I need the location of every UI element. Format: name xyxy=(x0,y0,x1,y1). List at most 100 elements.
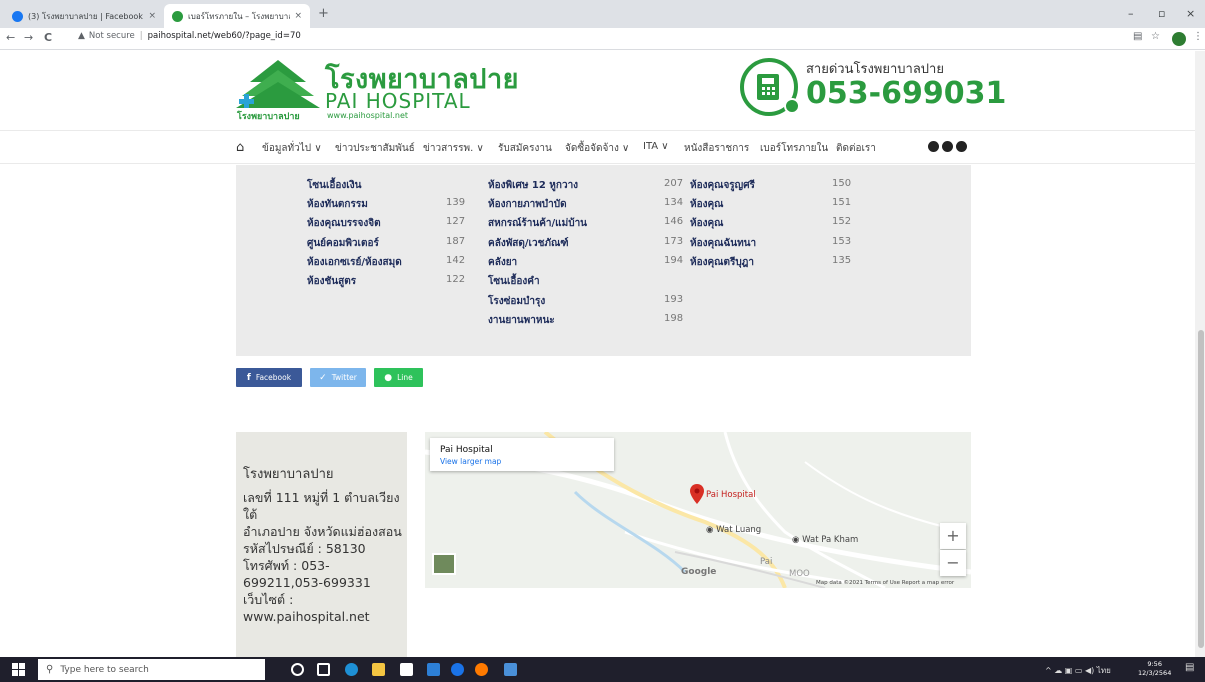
app-icon[interactable] xyxy=(504,663,517,676)
directory-entry: ห้องเอกซเรย์/ห้องสมุด xyxy=(307,257,402,268)
tab-pai-hospital[interactable]: เบอร์โทรภายใน – โรงพยาบาลปาย × xyxy=(164,4,310,28)
file-explorer-icon[interactable] xyxy=(372,663,385,676)
profile-avatar[interactable] xyxy=(1172,32,1186,46)
address-title: โรงพยาบาลปาย xyxy=(243,467,334,482)
zoom-out-button[interactable]: − xyxy=(940,550,966,576)
directory-ext: 173 xyxy=(664,236,684,247)
url-field[interactable]: ▲ Not secure | paihospital.net/web60/?pa… xyxy=(78,31,301,41)
directory-ext: 193 xyxy=(664,294,684,305)
line-social-icon[interactable] xyxy=(956,141,967,152)
satellite-toggle[interactable] xyxy=(432,553,456,575)
system-tray[interactable]: ^ ☁ ▣ ▭ ◀) ไทย xyxy=(1045,664,1111,677)
directory-entry: โรงซ่อมบำรุง xyxy=(488,296,546,307)
directory-ext: 151 xyxy=(832,197,852,208)
nav-general-info[interactable]: ข้อมูลทั่วไป ∨ xyxy=(262,141,322,156)
nav-press-release[interactable]: ข่าวประชาสัมพันธ์ xyxy=(335,141,415,156)
map-card-title: Pai Hospital xyxy=(440,445,493,455)
home-icon[interactable]: ⌂ xyxy=(236,140,244,155)
view-larger-map-link[interactable]: View larger map xyxy=(440,457,501,466)
scrollbar-thumb[interactable] xyxy=(1198,330,1204,648)
map-footer: Map data ©2021 Terms of Use Report a map… xyxy=(816,580,955,586)
store-icon[interactable] xyxy=(400,663,413,676)
warning-icon: ▲ xyxy=(78,31,85,41)
nav-jobs[interactable]: รับสมัครงาน xyxy=(498,141,552,156)
nav-contact[interactable]: ติดต่อเรา xyxy=(836,141,876,156)
address-bar: ← → C ▲ Not secure | paihospital.net/web… xyxy=(0,28,1205,50)
tab-facebook[interactable]: (3) โรงพยาบาลปาย | Facebook × xyxy=(4,4,164,28)
url-text: paihospital.net/web60/?page_id=70 xyxy=(147,31,301,41)
facebook-favicon-icon xyxy=(12,10,23,22)
map-area-label: MOO xyxy=(789,569,810,579)
task-view-icon[interactable] xyxy=(317,663,330,676)
tab-close-icon[interactable]: × xyxy=(294,11,302,21)
taskbar-search-input[interactable]: ⚲ Type here to search xyxy=(38,659,265,680)
tab-title: (3) โรงพยาบาลปาย | Facebook xyxy=(28,11,143,21)
directory-ext: 146 xyxy=(664,216,684,227)
tab-close-icon[interactable]: × xyxy=(148,11,156,21)
share-line-button[interactable]: ● Line xyxy=(374,368,423,387)
directory-ext: 150 xyxy=(832,178,852,189)
maximize-button[interactable]: ▫ xyxy=(1158,7,1165,20)
map-info-card: Pai Hospital View larger map xyxy=(430,438,614,471)
map-marker-label: Pai Hospital xyxy=(706,490,756,500)
directory-ext: 194 xyxy=(664,255,684,266)
directory-entry: ห้องชันสูตร xyxy=(307,276,357,287)
address-line: รหัสไปรษณีย์ : 58130 xyxy=(243,541,366,556)
security-label: Not secure xyxy=(88,31,135,41)
address-line: โทรศัพท์ : 053-699211,053-699331 xyxy=(243,558,371,590)
logo-small-text: โรงพยาบาลปาย xyxy=(237,112,300,122)
windows-start-icon[interactable] xyxy=(12,663,25,676)
clock[interactable]: 9:56 12/3/2564 xyxy=(1138,660,1171,678)
map-marker-icon[interactable] xyxy=(690,484,704,504)
nav-ita[interactable]: ITA ∨ xyxy=(643,141,669,152)
new-tab-button[interactable]: + xyxy=(318,6,329,21)
directory-entry: โซนเอื้องเงิน xyxy=(307,180,362,191)
cortana-icon[interactable] xyxy=(291,663,304,676)
share-label: Line xyxy=(397,373,413,382)
edge-icon[interactable] xyxy=(345,663,358,676)
hotline-number[interactable]: 053-699031 xyxy=(806,76,1006,111)
address-body: เลขที่ 111 หมู่ที่ 1 ตำบลเวียงใต้ อำเภอป… xyxy=(243,489,403,625)
directory-ext: 135 xyxy=(832,255,852,266)
notification-icon[interactable]: ▤ xyxy=(1185,662,1194,673)
bookmark-star-icon[interactable]: ☆ xyxy=(1151,31,1160,42)
clock-time: 9:56 xyxy=(1147,660,1162,668)
logo-english-name[interactable]: PAI HOSPITAL xyxy=(325,89,471,113)
nav-internal-phone[interactable]: เบอร์โทรภายใน xyxy=(760,141,828,156)
website-link[interactable]: www.paihospital.net xyxy=(243,608,403,625)
zoom-in-button[interactable]: + xyxy=(940,523,966,549)
browser-menu-icon[interactable]: ⋮ xyxy=(1193,31,1203,42)
share-twitter-button[interactable]: ✓ Twitter xyxy=(310,368,366,387)
back-button[interactable]: ← xyxy=(6,31,15,44)
directory-entry: งานยานพาหนะ xyxy=(488,315,555,326)
close-window-button[interactable]: × xyxy=(1186,7,1195,20)
mail-icon[interactable] xyxy=(427,663,440,676)
firefox-icon[interactable] xyxy=(475,663,488,676)
browser-tab-bar: (3) โรงพยาบาลปาย | Facebook × เบอร์โทรภา… xyxy=(0,0,1205,28)
youtube-social-icon[interactable] xyxy=(942,141,953,152)
chrome-icon[interactable] xyxy=(451,663,464,676)
translate-icon[interactable]: ▤ xyxy=(1133,31,1142,42)
nav-official-docs[interactable]: หนังสือราชการ xyxy=(684,141,749,156)
windows-taskbar: ⚲ Type here to search ^ ☁ ▣ ▭ ◀) ไทย 9:5… xyxy=(0,657,1205,682)
directory-entry: คลังยา xyxy=(488,257,518,268)
share-label: Facebook xyxy=(255,373,292,382)
nav-hospital-news[interactable]: ข่าวสารรพ. ∨ xyxy=(423,141,484,156)
directory-ext: 187 xyxy=(446,236,466,247)
logo-website: www.paihospital.net xyxy=(327,111,409,120)
minimize-button[interactable]: – xyxy=(1128,7,1134,20)
directory-ext: 152 xyxy=(832,216,852,227)
line-icon: ● xyxy=(384,372,393,383)
facebook-social-icon[interactable] xyxy=(928,141,939,152)
directory-ext: 142 xyxy=(446,255,466,266)
share-facebook-button[interactable]: f Facebook xyxy=(236,368,302,387)
hospital-favicon-icon xyxy=(172,10,183,22)
forward-button[interactable]: → xyxy=(24,31,33,44)
directory-entry: ห้องคุณตรีบุฎา xyxy=(690,257,754,268)
twitter-icon: ✓ xyxy=(319,372,327,383)
nav-procurement[interactable]: จัดซื้อจัดจ้าง ∨ xyxy=(565,141,629,156)
search-icon: ⚲ xyxy=(46,664,54,675)
directory-entry: สหกรณ์ร้านค้า/แม่บ้าน xyxy=(488,218,588,229)
reload-button[interactable]: C xyxy=(44,31,52,44)
directory-ext: 134 xyxy=(664,197,684,208)
